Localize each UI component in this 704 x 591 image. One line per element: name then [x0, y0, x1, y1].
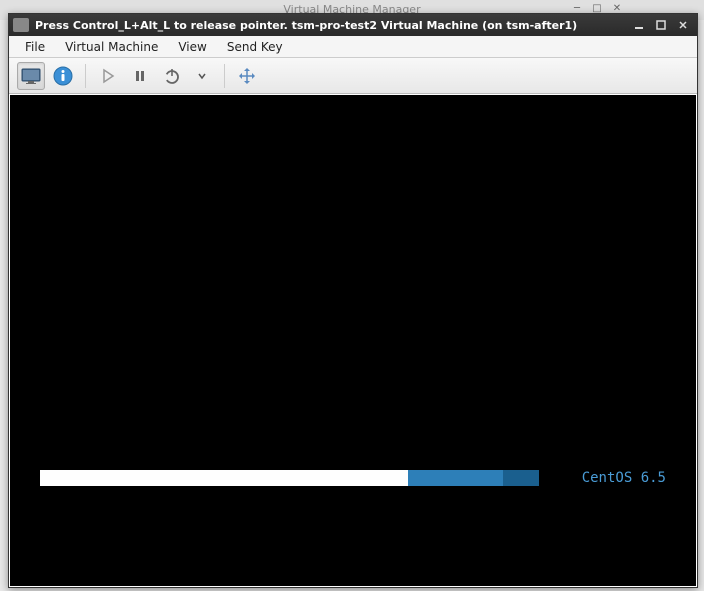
close-button[interactable]	[673, 17, 693, 33]
maximize-icon	[656, 20, 666, 30]
minimize-icon	[634, 20, 644, 30]
close-icon	[678, 20, 688, 30]
toolbar	[9, 58, 697, 94]
shutdown-button[interactable]	[158, 62, 186, 90]
titlebar[interactable]: Press Control_L+Alt_L to release pointer…	[9, 14, 697, 36]
menu-send-key[interactable]: Send Key	[217, 38, 293, 56]
progress-segment-pending	[503, 470, 540, 486]
power-icon	[163, 67, 181, 85]
boot-progress-bar	[40, 470, 566, 486]
window-controls	[629, 17, 693, 33]
window-title: Press Control_L+Alt_L to release pointer…	[35, 19, 629, 32]
maximize-button[interactable]	[651, 17, 671, 33]
toolbar-separator-1	[85, 64, 86, 88]
menu-virtual-machine[interactable]: Virtual Machine	[55, 38, 168, 56]
minimize-button[interactable]	[629, 17, 649, 33]
chevron-down-icon	[197, 71, 207, 81]
shutdown-dropdown-button[interactable]	[188, 62, 216, 90]
app-icon	[13, 18, 29, 32]
vm-console-display[interactable]: CentOS 6.5	[10, 95, 696, 586]
toolbar-separator-2	[224, 64, 225, 88]
menu-view[interactable]: View	[168, 38, 216, 56]
fullscreen-icon	[237, 66, 257, 86]
os-label: CentOS 6.5	[582, 470, 666, 486]
boot-progress-area: CentOS 6.5	[40, 470, 666, 486]
menubar: File Virtual Machine View Send Key	[9, 36, 697, 58]
console-icon	[21, 68, 41, 84]
pause-button[interactable]	[126, 62, 154, 90]
info-view-button[interactable]	[49, 62, 77, 90]
progress-segment-active	[408, 470, 503, 486]
pause-icon	[132, 68, 148, 84]
fullscreen-button[interactable]	[233, 62, 261, 90]
console-view-button[interactable]	[17, 62, 45, 90]
run-button[interactable]	[94, 62, 122, 90]
play-icon	[100, 68, 116, 84]
info-icon	[53, 66, 73, 86]
progress-segment-complete	[40, 470, 408, 486]
menu-file[interactable]: File	[15, 38, 55, 56]
vm-window: Press Control_L+Alt_L to release pointer…	[8, 13, 698, 588]
